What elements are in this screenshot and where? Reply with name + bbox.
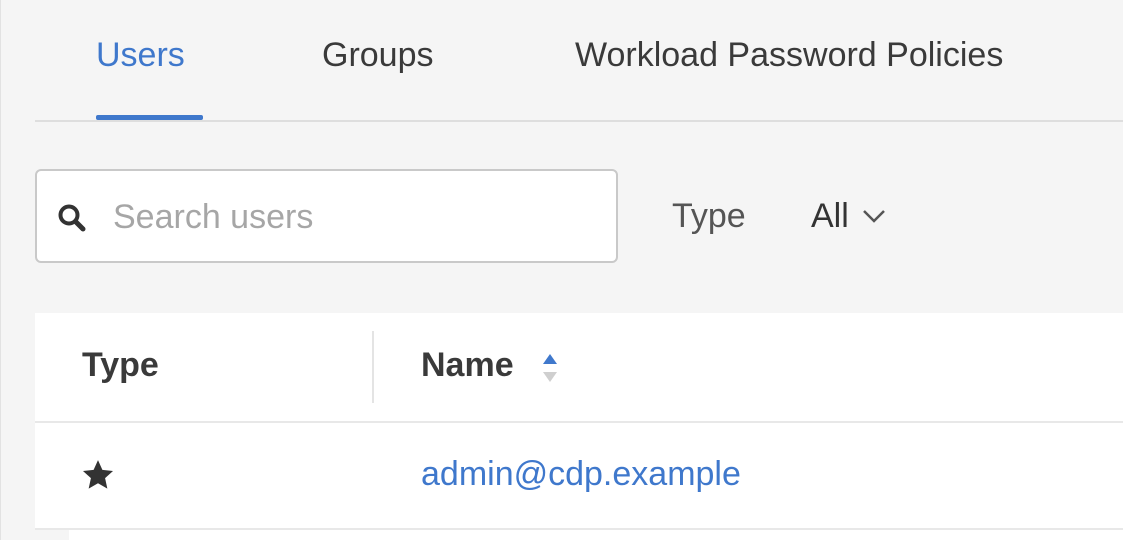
active-tab-indicator [96,115,203,120]
type-filter-value: All [811,197,849,235]
panel-edge [1,530,69,540]
column-header-type[interactable]: Type [82,343,159,387]
tab-workload-password-policies[interactable]: Workload Password Policies [575,30,1003,120]
users-panel: Users Groups Workload Password Policies … [0,0,1123,540]
column-header-name[interactable]: Name [421,343,514,387]
chevron-down-icon [862,210,885,223]
tab-users[interactable]: Users [96,30,185,120]
search-box[interactable] [35,169,618,263]
search-input[interactable] [113,189,603,245]
star-icon [82,460,114,489]
users-table: Type Name admin@cdp.example [35,313,1123,540]
column-divider [372,331,374,403]
table-row[interactable]: admin@cdp.example [35,423,1123,530]
tab-groups[interactable]: Groups [322,30,434,120]
type-filter-dropdown[interactable]: All [811,194,887,238]
search-icon [58,204,86,232]
user-name-link[interactable]: admin@cdp.example [421,452,741,496]
table-header: Type Name [35,313,1123,423]
type-filter-label: Type [672,197,746,235]
sort-ascending-icon[interactable] [541,351,559,385]
tab-bar: Users Groups Workload Password Policies [35,30,1123,122]
